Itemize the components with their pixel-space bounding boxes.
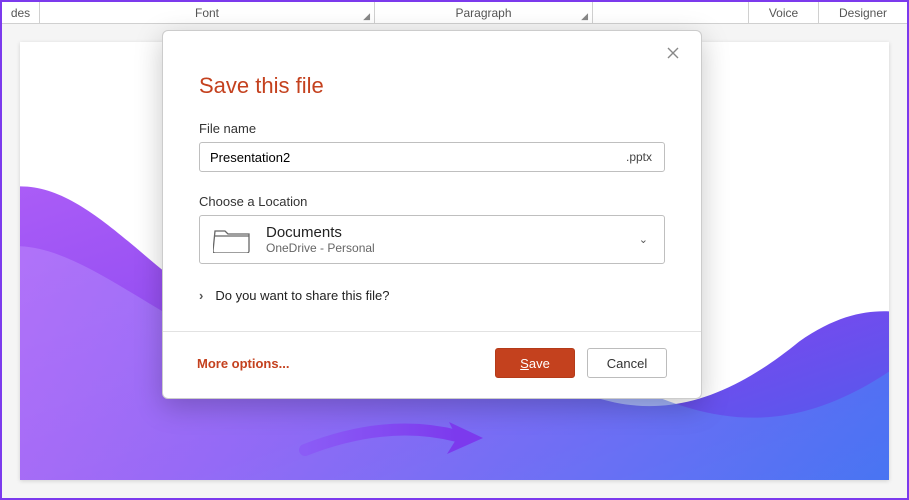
- ribbon-label-font: Font: [195, 6, 219, 20]
- close-button[interactable]: [659, 41, 687, 69]
- ribbon-group-font: Font ◢: [40, 2, 375, 23]
- close-icon: [667, 47, 679, 59]
- save-file-dialog: Save this file File name .pptx Choose a …: [162, 30, 702, 399]
- location-name: Documents: [266, 224, 375, 241]
- save-button[interactable]: Save: [495, 348, 575, 378]
- ribbon-group-slides: des: [2, 2, 40, 23]
- location-label: Choose a Location: [199, 194, 665, 209]
- ribbon-label-voice: Voice: [769, 6, 798, 20]
- folder-icon: [212, 225, 252, 255]
- more-options-link[interactable]: More options...: [197, 356, 289, 371]
- ribbon-label-paragraph: Paragraph: [455, 6, 511, 20]
- dialog-title: Save this file: [199, 73, 665, 99]
- share-file-expander[interactable]: › Do you want to share this file?: [199, 286, 665, 317]
- cancel-button[interactable]: Cancel: [587, 348, 667, 378]
- paragraph-dialog-launcher-icon[interactable]: ◢: [581, 11, 588, 22]
- chevron-down-icon: ⌄: [639, 233, 648, 246]
- location-subtitle: OneDrive - Personal: [266, 241, 375, 255]
- share-prompt-text: Do you want to share this file?: [215, 288, 389, 303]
- ribbon-group-paragraph: Paragraph ◢: [375, 2, 593, 23]
- ribbon-label-slides: des: [11, 6, 30, 20]
- ribbon-label-designer: Designer: [839, 6, 887, 20]
- ribbon-group-voice: Voice: [749, 2, 819, 23]
- filename-label: File name: [199, 121, 665, 136]
- chevron-right-icon: ›: [199, 288, 203, 303]
- file-extension-picker[interactable]: .pptx: [613, 150, 664, 164]
- font-dialog-launcher-icon[interactable]: ◢: [363, 11, 370, 22]
- ribbon-group-row: des Font ◢ Paragraph ◢ Voice Designer: [2, 2, 907, 24]
- filename-input[interactable]: [200, 150, 613, 165]
- location-picker[interactable]: Documents OneDrive - Personal ⌄: [199, 215, 665, 264]
- ribbon-group-blank1: [593, 2, 749, 23]
- ribbon-group-designer: Designer: [819, 2, 907, 23]
- filename-field[interactable]: .pptx: [199, 142, 665, 172]
